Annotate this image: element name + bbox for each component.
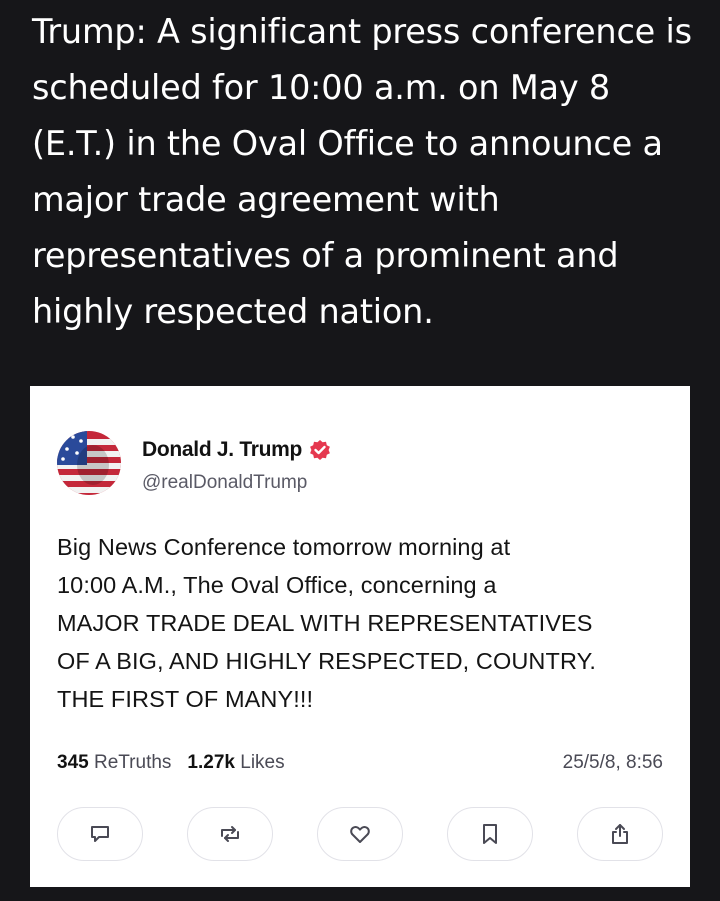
headline: Trump: A significant press conference is… xyxy=(32,12,692,331)
retruths-count: 345 xyxy=(57,752,89,773)
post-stats: 345 ReTruths 1.27k Likes xyxy=(57,752,285,774)
post-body-line: THE FIRST OF MANY!!! xyxy=(57,686,314,712)
likes-stat[interactable]: 1.27k Likes xyxy=(187,752,284,773)
likes-count: 1.27k xyxy=(187,752,235,773)
author-handle[interactable]: @realDonaldTrump xyxy=(142,472,307,494)
verified-badge-icon xyxy=(310,440,330,460)
embedded-post-card[interactable]: Donald J. Trump @realDonaldTrump Big New… xyxy=(30,386,690,887)
post-body-line: OF A BIG, AND HIGHLY RESPECTED, COUNTRY. xyxy=(57,648,596,674)
post-body-line: MAJOR TRADE DEAL WITH REPRESENTATIVES xyxy=(57,610,593,636)
bookmark-button[interactable] xyxy=(447,807,533,861)
author-row: Donald J. Trump xyxy=(142,438,332,462)
bookmark-icon xyxy=(483,824,497,844)
reply-button[interactable] xyxy=(57,807,143,861)
post-timestamp: 25/5/8, 8:56 xyxy=(562,752,663,773)
post-body-line: 10:00 A.M., The Oval Office, concerning … xyxy=(57,572,497,598)
like-button[interactable] xyxy=(317,807,403,861)
retruths-label: ReTruths xyxy=(93,752,172,773)
action-bar xyxy=(57,807,663,861)
retruths-stat[interactable]: 345 ReTruths xyxy=(57,752,171,773)
comment-icon xyxy=(91,826,109,842)
share-button[interactable] xyxy=(577,807,663,861)
post-body: Big News Conference tomorrow morning at … xyxy=(57,528,667,718)
retruth-button[interactable] xyxy=(187,807,273,861)
avatar[interactable] xyxy=(57,431,121,495)
author-name[interactable]: Donald J. Trump xyxy=(142,438,302,462)
heart-icon xyxy=(350,826,370,843)
likes-label: Likes xyxy=(240,752,285,773)
post-body-line: Big News Conference tomorrow morning at xyxy=(57,534,511,560)
share-icon xyxy=(612,824,628,844)
repost-icon xyxy=(221,826,239,842)
